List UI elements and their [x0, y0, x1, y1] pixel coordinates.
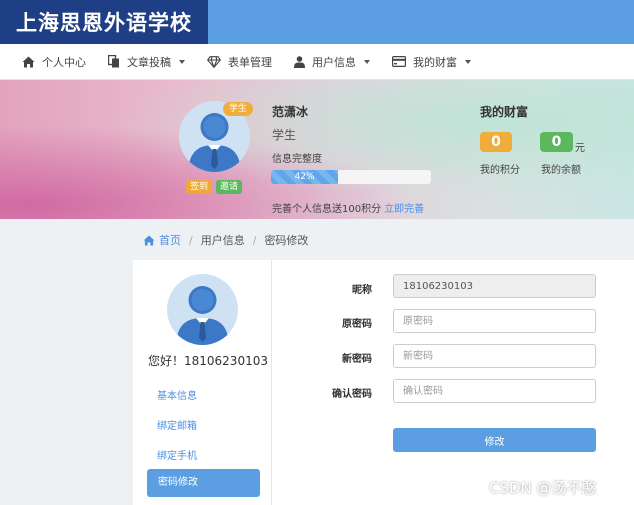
user-role: 学生 — [272, 128, 297, 142]
breadcrumb: 首页 / 用户信息 / 密码修改 — [143, 232, 308, 248]
completeness-progress-bar: 42% — [271, 170, 431, 184]
nav-label: 表单管理 — [228, 55, 272, 69]
main-nav: 个人中心 文章投稿 表单管理 用户信息 我的财富 — [0, 44, 634, 80]
breadcrumb-separator: / — [252, 233, 257, 247]
nav-item-my-wealth[interactable]: 我的财富 — [381, 44, 482, 80]
nav-item-user-info[interactable]: 用户信息 — [283, 44, 381, 80]
site-logo[interactable]: 上海思恩外语学校 — [0, 0, 208, 44]
nav-label: 文章投稿 — [127, 55, 171, 69]
breadcrumb-current: 密码修改 — [264, 234, 309, 247]
diamond-icon — [207, 55, 221, 68]
invite-button[interactable]: 邀请 — [216, 180, 243, 194]
points-label: 我的积分 — [480, 165, 520, 176]
complete-profile-link[interactable]: 立即完善 — [384, 204, 424, 215]
sign-in-button[interactable]: 签到 — [186, 180, 213, 194]
caret-down-icon — [364, 59, 370, 64]
avatar-icon — [176, 286, 229, 345]
logo-text: 上海思恩外语学校 — [16, 10, 192, 35]
nav-item-personal-center[interactable]: 个人中心 — [0, 44, 97, 80]
watermark-text: CSDN @汤不憨 — [489, 479, 597, 497]
home-icon — [143, 234, 155, 246]
submit-button[interactable]: 修改 — [393, 428, 596, 452]
promo-label: 完善个人信息送100积分 — [272, 204, 382, 215]
confirm-password-input[interactable] — [393, 379, 596, 403]
greeting-text: 您好！18106230103 — [148, 354, 268, 368]
sidebar-item-bind-email[interactable]: 绑定邮箱 — [157, 417, 197, 432]
breadcrumb-home[interactable]: 首页 — [143, 232, 181, 248]
old-password-label: 原密码 — [342, 319, 372, 330]
sidebar-item-basic-info[interactable]: 基本信息 — [157, 387, 197, 402]
wealth-title: 我的财富 — [480, 105, 529, 119]
caret-down-icon — [179, 59, 185, 64]
balance-unit: 元 — [575, 143, 585, 154]
points-value: 0 — [480, 132, 512, 152]
breadcrumb-separator: / — [189, 233, 193, 247]
breadcrumb-home-label: 首页 — [159, 234, 181, 247]
nav-item-article-submit[interactable]: 文章投稿 — [97, 44, 196, 80]
home-icon — [22, 56, 35, 67]
new-password-label: 新密码 — [342, 354, 372, 365]
promo-text: 完善个人信息送100积分 立即完善 — [272, 200, 424, 215]
balance-label: 我的余额 — [541, 165, 581, 176]
balance-value: 0 — [540, 132, 573, 152]
copy-icon — [108, 55, 119, 68]
new-password-input[interactable] — [393, 344, 596, 368]
user-name: 范潇冰 — [272, 105, 309, 119]
nickname-label: 昵称 — [352, 285, 372, 296]
nav-item-form-management[interactable]: 表单管理 — [196, 44, 283, 80]
sidebar-item-bind-phone[interactable]: 绑定手机 — [157, 447, 197, 462]
confirm-password-label: 确认密码 — [332, 389, 372, 400]
caret-down-icon — [465, 59, 471, 64]
user-icon — [294, 55, 305, 68]
completeness-progress-fill: 42% — [271, 170, 339, 184]
sidebar-item-change-password[interactable]: 密码修改 — [147, 469, 260, 497]
top-header: 上海思恩外语学校 — [0, 0, 634, 44]
role-badge: 学生 — [223, 102, 254, 116]
breadcrumb-section[interactable]: 用户信息 — [201, 232, 245, 248]
sidebar-avatar — [167, 274, 238, 345]
nav-label: 个人中心 — [42, 55, 86, 69]
nav-label: 用户信息 — [312, 55, 356, 69]
nickname-field — [393, 274, 596, 298]
nav-label: 我的财富 — [413, 55, 457, 69]
completeness-label: 信息完整度 — [272, 154, 322, 165]
credit-card-icon — [392, 56, 406, 67]
old-password-input[interactable] — [393, 309, 596, 333]
